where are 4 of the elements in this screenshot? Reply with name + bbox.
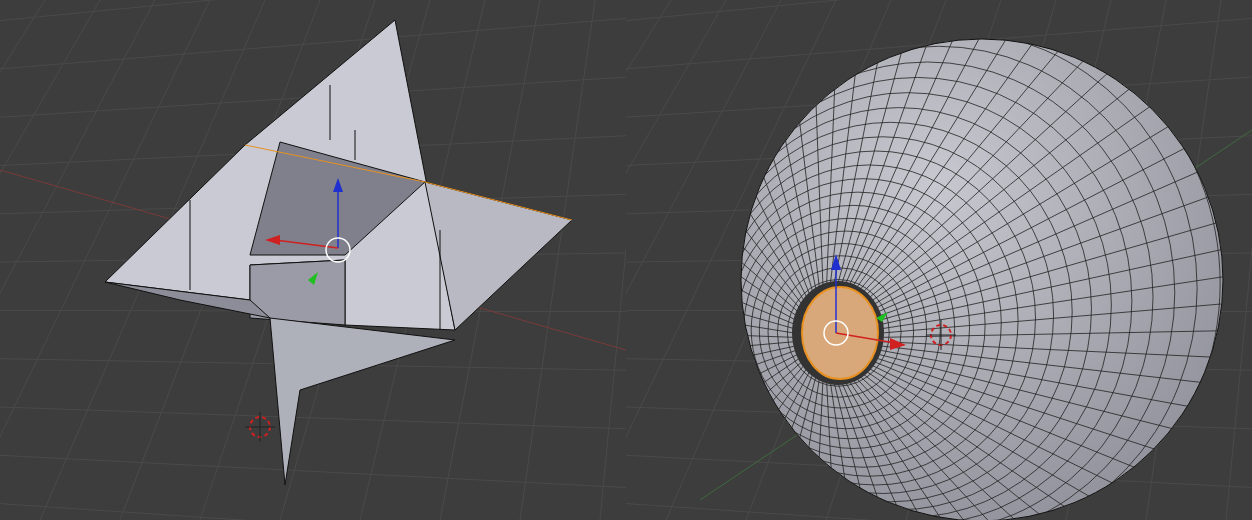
transform-gizmo-icon[interactable] xyxy=(823,254,906,350)
transform-gizmo-icon[interactable] xyxy=(265,178,351,285)
crosshair-icon xyxy=(925,319,957,351)
crosshair-icon xyxy=(244,411,276,443)
